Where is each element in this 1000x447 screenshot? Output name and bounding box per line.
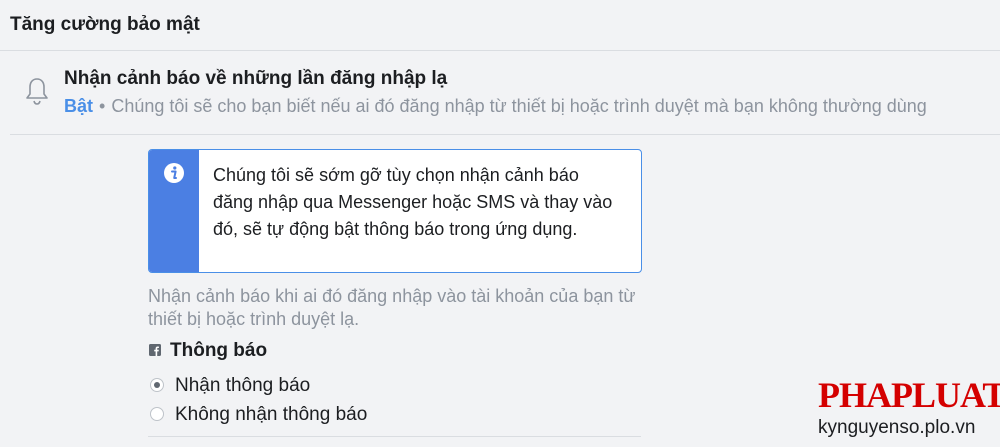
watermark-logo: PHAPLUAT xyxy=(818,375,1000,415)
alert-description: Nhận cảnh báo khi ai đó đăng nhập vào tà… xyxy=(148,286,636,329)
watermark-url: kynguyenso.plo.vn xyxy=(818,417,976,438)
login-alert-title[interactable]: Nhận cảnh báo về những lần đăng nhập lạ xyxy=(64,68,447,90)
info-icon xyxy=(164,163,184,183)
divider xyxy=(148,436,641,437)
bell-icon xyxy=(26,78,48,105)
radio-label: Nhận thông báo xyxy=(175,375,311,396)
facebook-icon xyxy=(149,344,161,356)
notifications-heading: Thông báo xyxy=(170,340,268,361)
radio-button[interactable] xyxy=(150,407,164,421)
separator: • xyxy=(99,96,106,116)
login-alert-description: Chúng tôi sẽ cho bạn biết nếu ai đó đăng… xyxy=(111,96,927,116)
login-alert-subtitle: Bật • Chúng tôi sẽ cho bạn biết nếu ai đó … xyxy=(64,96,927,117)
notice-text: Chúng tôi sẽ sớm gỡ tùy chọn nhận cảnh b… xyxy=(213,165,613,239)
divider xyxy=(10,134,1000,135)
radio-label: Không nhận thông báo xyxy=(175,404,368,425)
divider xyxy=(0,50,1000,51)
section-title: Tăng cường bảo mật xyxy=(10,14,200,35)
notice-accent-strip xyxy=(149,150,199,272)
info-notice: Chúng tôi sẽ sớm gỡ tùy chọn nhận cảnh b… xyxy=(148,149,642,273)
radio-button-selected[interactable] xyxy=(150,378,164,392)
status-badge: Bật xyxy=(64,96,94,116)
